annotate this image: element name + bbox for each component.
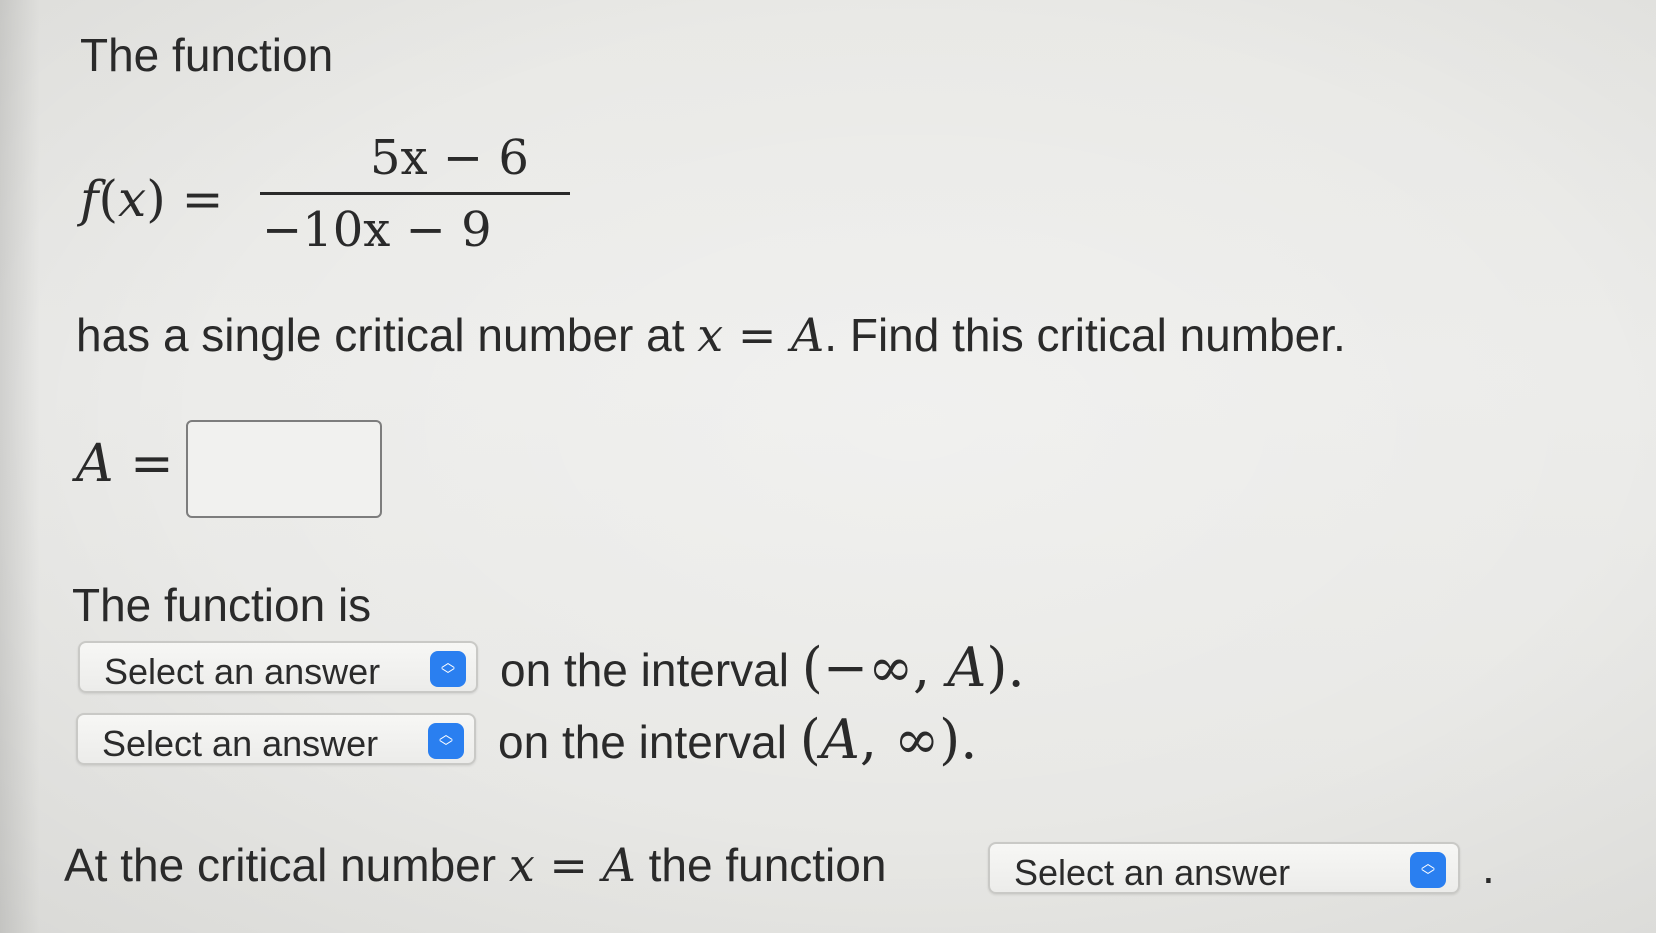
final-eq: = [534, 838, 603, 892]
interval-1-open: (−∞, [801, 636, 948, 699]
answer-label: A = [76, 434, 174, 494]
answer-label-a: A [76, 434, 114, 494]
select-label: Select an answer [104, 651, 381, 692]
statement-var-a: A [791, 308, 825, 362]
interval-2-open: ( [799, 708, 821, 771]
interval-2-text: on the interval (A, ∞). [498, 708, 977, 771]
final-suffix: the function [635, 839, 887, 891]
intro-text: The function [80, 29, 334, 81]
interval-1-close: ). [986, 636, 1025, 699]
background-shade [0, 0, 40, 933]
interval-1-var: A [947, 636, 987, 699]
behavior-select-interval-2[interactable]: Select an answer ︿ ﹀ [76, 713, 476, 765]
critical-number-input[interactable] [186, 420, 382, 518]
statement-var-x: x [697, 308, 724, 362]
interval-2-close: , ∞). [859, 708, 978, 771]
statement-prefix: has a single critical number at [76, 309, 698, 361]
interval-2-var: A [820, 708, 860, 771]
function-is-text: The function is [72, 579, 372, 631]
up-down-chevron-icon: ︿ ﹀ [1410, 852, 1446, 888]
final-period: . [1482, 841, 1495, 893]
formula-f: f [80, 170, 99, 228]
up-down-chevron-icon: ︿ ﹀ [430, 651, 466, 687]
critical-number-statement: has a single critical number at x = A. F… [76, 308, 1346, 362]
interval-1-text: on the interval (−∞, A). [500, 636, 1025, 699]
final-var-a: A [602, 838, 636, 892]
interval-1-prefix: on the interval [500, 644, 802, 696]
final-prefix: At the critical number [64, 839, 509, 891]
critical-point-statement: At the critical number x = A the functio… [64, 838, 886, 892]
behavior-select-critical-point[interactable]: Select an answer ︿ ﹀ [988, 842, 1460, 894]
interval-2-prefix: on the interval [498, 716, 800, 768]
select-label: Select an answer [102, 723, 379, 764]
final-var-x: x [508, 838, 535, 892]
behavior-select-interval-1[interactable]: Select an answer ︿ ﹀ [78, 641, 478, 693]
statement-eq: = [723, 308, 792, 362]
select-label: Select an answer [1014, 852, 1291, 893]
formula-lhs: f(x) = [80, 170, 224, 228]
formula-open-paren: ( [98, 170, 119, 228]
answer-label-eq: = [113, 434, 174, 494]
formula-close-eq: ) = [146, 170, 224, 228]
fraction-numerator: 5x − 6 [370, 130, 529, 186]
statement-suffix: . Find this critical number. [824, 309, 1346, 361]
formula-x: x [118, 170, 147, 228]
fraction-denominator: −10x − 9 [262, 202, 492, 258]
fraction-bar [260, 192, 570, 195]
up-down-chevron-icon: ︿ ﹀ [428, 723, 464, 759]
